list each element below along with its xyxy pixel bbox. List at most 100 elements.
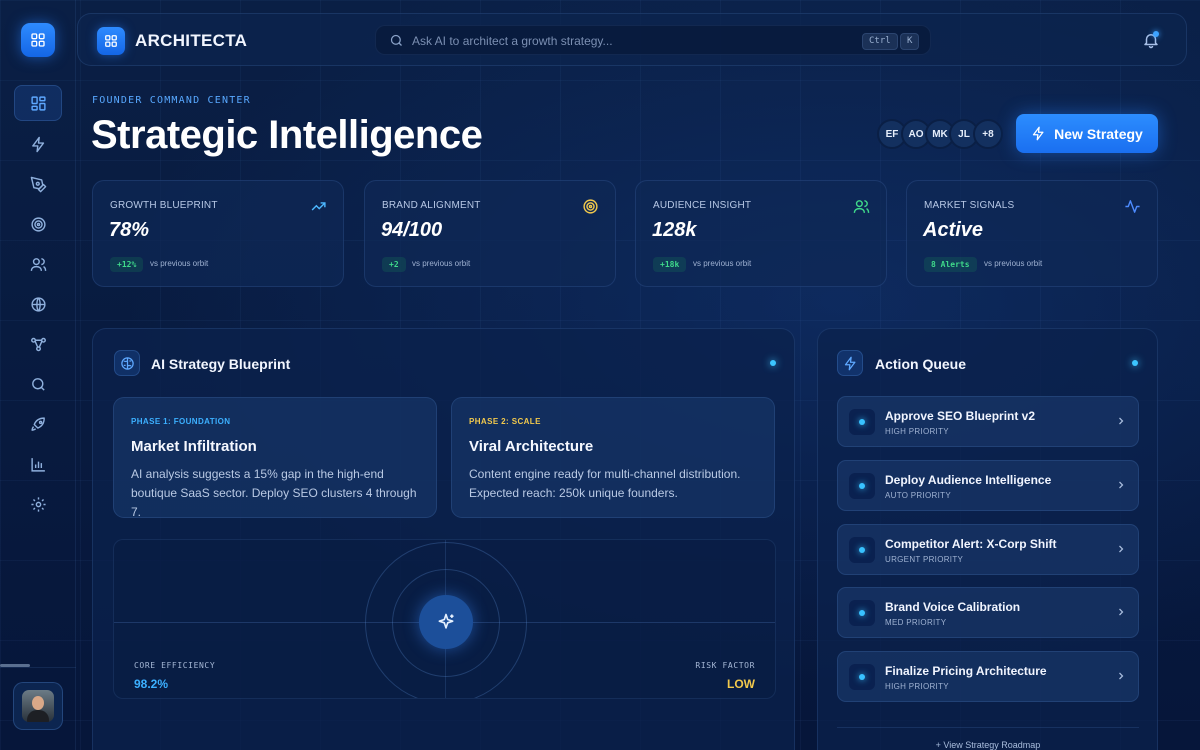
queue-item[interactable]: Approve SEO Blueprint v2 HIGH PRIORITY bbox=[837, 396, 1139, 447]
kpi-comparison: vs previous orbit bbox=[984, 259, 1043, 268]
app-logo[interactable] bbox=[21, 23, 55, 57]
new-strategy-button[interactable]: New Strategy bbox=[1016, 114, 1158, 153]
queue-item-title: Approve SEO Blueprint v2 bbox=[885, 409, 1036, 423]
sidebar-item-analytics[interactable] bbox=[14, 446, 62, 482]
bar-chart-icon bbox=[30, 457, 45, 472]
sidebar-item-automation[interactable] bbox=[14, 126, 62, 162]
team-more-count[interactable]: +8 bbox=[973, 119, 1003, 149]
phase-title: Viral Architecture bbox=[469, 438, 594, 455]
action-queue-panel: Action Queue Approve SEO Blueprint v2 HI… bbox=[817, 328, 1158, 750]
dashboard-icon bbox=[30, 95, 46, 111]
status-dot-icon bbox=[849, 409, 875, 435]
kpi-value: 128k bbox=[652, 219, 697, 241]
orbit-visualization: CORE EFFICIENCY 98.2% RISK FACTOR LOW bbox=[113, 539, 776, 699]
gear-icon bbox=[30, 496, 46, 512]
phase-description: AI analysis suggests a 15% gap in the hi… bbox=[131, 467, 417, 519]
ai-core[interactable] bbox=[419, 595, 473, 649]
page-eyebrow: FOUNDER COMMAND CENTER bbox=[92, 95, 251, 106]
kpi-change-badge: +18k bbox=[653, 257, 687, 272]
grid-logo-icon bbox=[31, 33, 45, 47]
kpi-label: MARKET SIGNALS bbox=[924, 200, 1015, 211]
queue-item[interactable]: Competitor Alert: X-Corp Shift URGENT PR… bbox=[837, 524, 1139, 575]
workflow-icon bbox=[30, 337, 46, 351]
lightning-icon bbox=[837, 350, 863, 376]
kpi-card-growth-blueprint[interactable]: GROWTH BLUEPRINT 78% +12% vs previous or… bbox=[92, 180, 344, 287]
panel-title: Action Queue bbox=[875, 356, 967, 372]
status-dot-icon bbox=[849, 600, 875, 626]
queue-item[interactable]: Deploy Audience Intelligence AUTO PRIORI… bbox=[837, 460, 1139, 511]
kpi-label: AUDIENCE INSIGHT bbox=[653, 200, 752, 211]
phase-tag: PHASE 2: SCALE bbox=[469, 417, 541, 426]
grid-logo-icon bbox=[105, 35, 117, 47]
phase-description: Content engine ready for multi-channel d… bbox=[469, 467, 741, 500]
sidebar-item-workflows[interactable] bbox=[14, 326, 62, 362]
view-roadmap-link[interactable]: + View Strategy Roadmap bbox=[837, 727, 1139, 750]
queue-item-title: Brand Voice Calibration bbox=[885, 600, 1021, 614]
kpi-label: BRAND ALIGNMENT bbox=[382, 200, 481, 211]
globe-icon bbox=[30, 296, 46, 312]
top-bar: ARCHITECTA Ctrl K bbox=[77, 13, 1187, 66]
panel-title: AI Strategy Blueprint bbox=[151, 356, 291, 372]
queue-item-priority: HIGH PRIORITY bbox=[885, 427, 949, 436]
search-icon bbox=[31, 377, 45, 391]
users-icon bbox=[30, 257, 46, 271]
live-indicator bbox=[1132, 360, 1138, 366]
chevron-right-icon bbox=[1119, 672, 1124, 680]
kpi-card-audience-insight[interactable]: AUDIENCE INSIGHT 128k +18k vs previous o… bbox=[635, 180, 887, 287]
kpi-card-market-signals[interactable]: MARKET SIGNALS Active 8 Alerts vs previo… bbox=[906, 180, 1158, 287]
status-dot-icon bbox=[849, 473, 875, 499]
phase-card-foundation[interactable]: PHASE 1: FOUNDATION Market Infiltration … bbox=[113, 397, 437, 519]
sidebar-divider bbox=[0, 667, 76, 668]
sidebar-item-markets[interactable] bbox=[14, 286, 62, 322]
sidebar-item-search[interactable] bbox=[14, 366, 62, 402]
lightning-icon bbox=[1033, 126, 1044, 141]
sidebar-item-launch[interactable] bbox=[14, 406, 62, 442]
trending-up-icon bbox=[311, 202, 326, 211]
kpi-value: 94/100 bbox=[381, 219, 443, 241]
chevron-right-icon bbox=[1119, 608, 1124, 616]
queue-item-title: Finalize Pricing Architecture bbox=[885, 664, 1047, 678]
shortcut-key-k: K bbox=[900, 33, 920, 50]
risk-factor-label: RISK FACTOR bbox=[695, 661, 755, 670]
notification-dot bbox=[1153, 31, 1159, 37]
sidebar-item-goals[interactable] bbox=[14, 206, 62, 242]
brain-icon bbox=[114, 350, 140, 376]
sidebar-item-dashboard[interactable] bbox=[14, 85, 62, 121]
core-efficiency-value: 98.2% bbox=[134, 677, 169, 691]
activity-icon bbox=[1125, 200, 1140, 213]
chevron-right-icon bbox=[1119, 545, 1124, 553]
queue-item[interactable]: Finalize Pricing Architecture HIGH PRIOR… bbox=[837, 651, 1139, 702]
sidebar-item-settings[interactable] bbox=[14, 486, 62, 522]
search-input[interactable] bbox=[412, 31, 832, 51]
brand-logo[interactable] bbox=[97, 27, 125, 55]
target-icon bbox=[30, 216, 46, 232]
search-icon bbox=[390, 34, 402, 46]
user-photo bbox=[22, 690, 54, 722]
search-bar[interactable]: Ctrl K bbox=[375, 25, 931, 55]
strategy-blueprint-panel: AI Strategy Blueprint PHASE 1: FOUNDATIO… bbox=[92, 328, 795, 750]
user-avatar[interactable] bbox=[13, 682, 63, 730]
status-dot-icon bbox=[849, 537, 875, 563]
kpi-comparison: vs previous orbit bbox=[693, 259, 752, 268]
sidebar-item-audience[interactable] bbox=[14, 246, 62, 282]
queue-item-priority: URGENT PRIORITY bbox=[885, 555, 964, 564]
phase-card-scale[interactable]: PHASE 2: SCALE Viral Architecture Conten… bbox=[451, 397, 775, 518]
kpi-change-badge: 8 Alerts bbox=[924, 257, 977, 272]
pen-tool-icon bbox=[30, 176, 46, 192]
queue-item-priority: HIGH PRIORITY bbox=[885, 682, 949, 691]
risk-factor-value: LOW bbox=[727, 677, 755, 691]
live-indicator bbox=[770, 360, 776, 366]
queue-item-priority: AUTO PRIORITY bbox=[885, 491, 951, 500]
kpi-card-brand-alignment[interactable]: BRAND ALIGNMENT 94/100 +2 vs previous or… bbox=[364, 180, 616, 287]
phase-tag: PHASE 1: FOUNDATION bbox=[131, 417, 231, 426]
kpi-comparison: vs previous orbit bbox=[150, 259, 209, 268]
kpi-change-badge: +12% bbox=[110, 257, 144, 272]
chevron-right-icon bbox=[1119, 417, 1124, 425]
sidebar-rail bbox=[0, 0, 76, 750]
users-icon bbox=[853, 200, 870, 213]
chevron-right-icon bbox=[1119, 481, 1124, 489]
sidebar-item-brand[interactable] bbox=[14, 166, 62, 202]
kpi-value: 78% bbox=[109, 219, 150, 241]
queue-item[interactable]: Brand Voice Calibration MED PRIORITY bbox=[837, 587, 1139, 638]
rocket-icon bbox=[30, 416, 45, 431]
